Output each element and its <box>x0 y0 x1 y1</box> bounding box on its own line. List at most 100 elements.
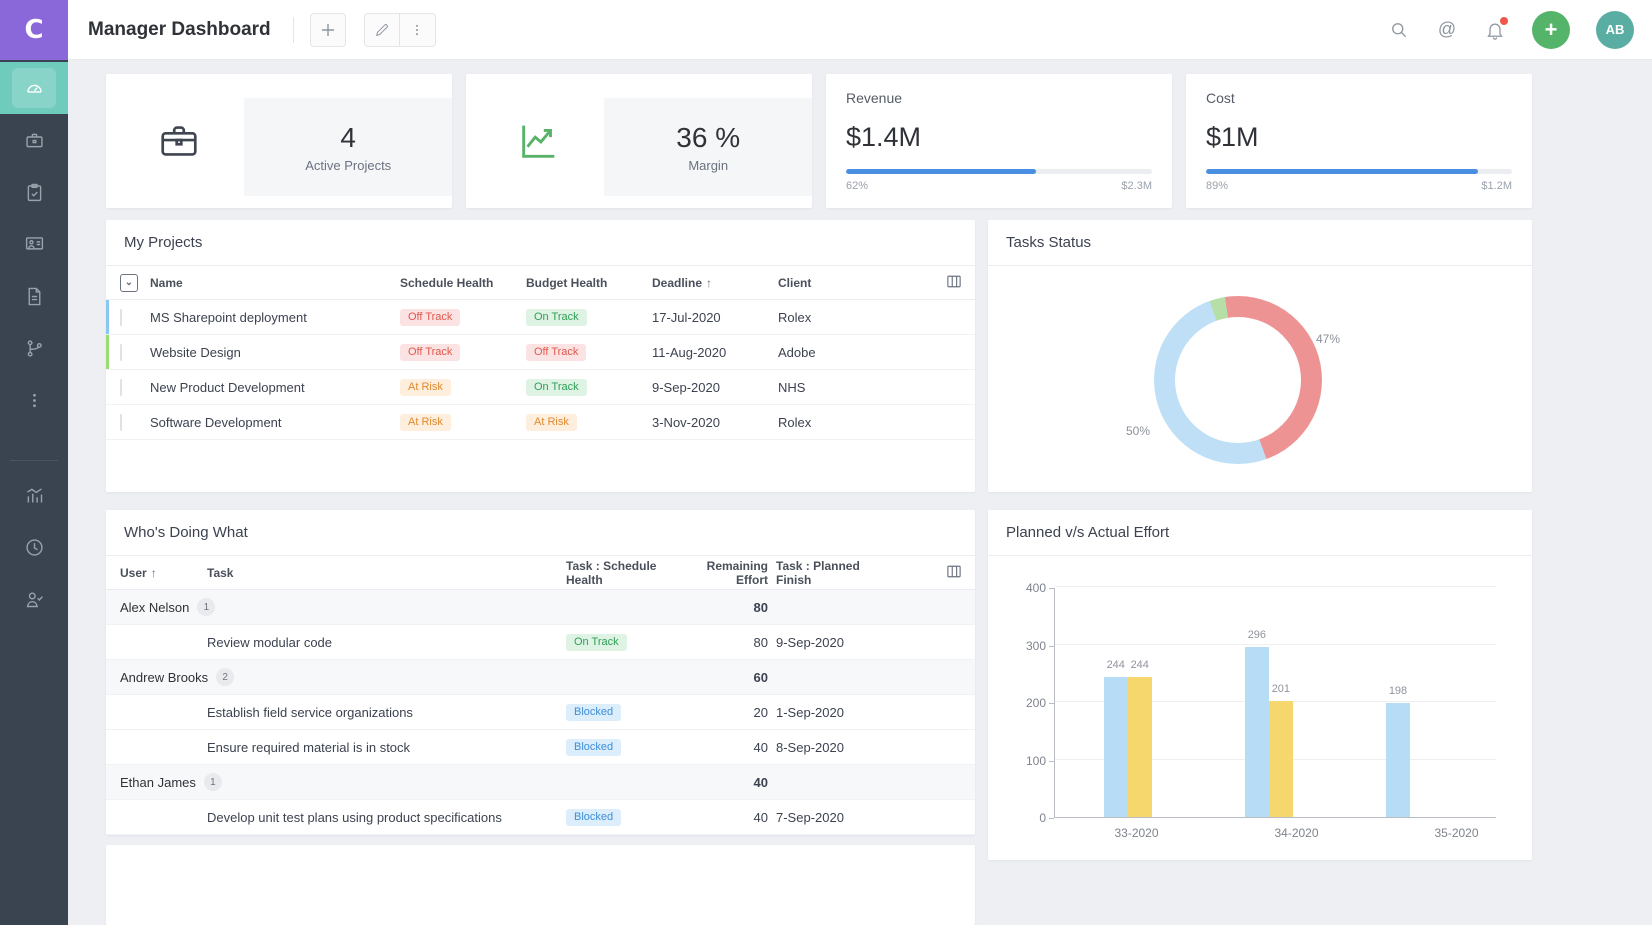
user-name[interactable]: Alex Nelson <box>120 600 189 615</box>
column-header-schedule-health[interactable]: Schedule Health <box>400 276 526 290</box>
project-name[interactable]: Website Design <box>150 345 400 360</box>
revenue-progress-fill <box>846 169 1036 174</box>
row-checkbox[interactable] <box>120 379 122 396</box>
x-axis-category-label: 33-2020 <box>1097 826 1177 840</box>
user-name[interactable]: Ethan James <box>120 775 196 790</box>
project-deadline: 17-Jul-2020 <box>652 310 778 325</box>
tasks-status-panel: Tasks Status 47% 50% <box>988 220 1532 492</box>
user-group-row[interactable]: Andrew Brooks260 <box>106 660 975 695</box>
user-group-row[interactable]: Ethan James 1 40 <box>106 765 975 800</box>
project-name[interactable]: MS Sharepoint deployment <box>150 310 400 325</box>
group-remaining-effort: 40 <box>681 775 776 790</box>
sidebar-item-documents[interactable] <box>0 270 68 322</box>
sidebar-item-tasks[interactable] <box>0 166 68 218</box>
revenue-card[interactable]: Revenue $1.4M 62% $2.3M <box>826 74 1172 208</box>
tasks-status-donut[interactable] <box>1154 296 1322 464</box>
planned-effort-bar[interactable] <box>1386 703 1410 817</box>
search-button[interactable] <box>1388 19 1410 41</box>
column-header-task-planned-finish[interactable]: Task : Planned Finish <box>776 559 896 587</box>
cost-card[interactable]: Cost $1M 89% $1.2M <box>1186 74 1532 208</box>
app-logo[interactable]: C <box>0 0 68 60</box>
task-name[interactable]: Review modular code <box>207 635 566 650</box>
actual-effort-bar[interactable] <box>1269 701 1293 817</box>
task-count-badge: 1 <box>197 598 215 616</box>
column-settings-button[interactable] <box>947 565 961 581</box>
y-axis-tick-mark <box>1049 588 1054 589</box>
git-branch-icon <box>24 338 45 359</box>
effort-chart-title: Planned v/s Actual Effort <box>988 510 1532 556</box>
trend-up-chart-icon <box>516 118 562 164</box>
at-icon: @ <box>1438 19 1456 40</box>
sort-ascending-icon: ↑ <box>151 566 157 580</box>
dashboard-actions-group <box>364 13 436 47</box>
sidebar-item-projects[interactable] <box>0 114 68 166</box>
row-checkbox[interactable] <box>120 309 122 326</box>
sidebar-item-time[interactable] <box>0 521 68 573</box>
plus-icon: + <box>1545 17 1558 43</box>
status-badge: On Track <box>526 379 587 396</box>
project-row[interactable]: Website DesignOff TrackOff Track11-Aug-2… <box>106 335 975 370</box>
active-projects-card[interactable]: 4 Active Projects <box>106 74 452 208</box>
edit-dashboard-button[interactable] <box>364 13 400 47</box>
column-header-name[interactable]: Name <box>150 276 400 290</box>
column-header-deadline[interactable]: Deadline↑ <box>652 276 778 290</box>
column-settings-button[interactable] <box>947 275 961 291</box>
mentions-button[interactable]: @ <box>1436 19 1458 41</box>
column-header-budget-health[interactable]: Budget Health <box>526 276 652 290</box>
more-kebab-icon <box>24 390 45 411</box>
revenue-title: Revenue <box>846 90 1152 106</box>
cost-target: $1.2M <box>1481 180 1512 192</box>
planned-effort-bar[interactable] <box>1104 677 1128 817</box>
project-row[interactable]: Software DevelopmentAt RiskAt Risk3-Nov-… <box>106 405 975 440</box>
margin-value: 36 % <box>676 122 740 154</box>
task-name[interactable]: Develop unit test plans using product sp… <box>207 810 566 825</box>
user-avatar[interactable]: AB <box>1596 11 1634 49</box>
add-widget-button[interactable] <box>310 13 346 47</box>
task-row[interactable]: Ensure required material is in stockBloc… <box>106 730 975 765</box>
row-checkbox[interactable] <box>120 414 122 431</box>
sidebar-item-more[interactable] <box>0 374 68 426</box>
sidebar-item-clients[interactable] <box>0 218 68 270</box>
create-new-button[interactable]: + <box>1532 11 1570 49</box>
whos-doing-what-header-row: User↑ Task Task : Schedule Health Remain… <box>106 556 975 590</box>
revenue-value: $1.4M <box>846 122 1152 153</box>
whos-doing-what-table-body: Alex Nelson180Review modular codeOn Trac… <box>106 590 975 835</box>
user-group-row[interactable]: Alex Nelson180 <box>106 590 975 625</box>
project-row[interactable]: MS Sharepoint deploymentOff TrackOn Trac… <box>106 300 975 335</box>
margin-card[interactable]: 36 % Margin <box>466 74 812 208</box>
user-name[interactable]: Andrew Brooks <box>120 670 208 685</box>
sidebar-item-approvals[interactable] <box>0 573 68 625</box>
row-checkbox[interactable] <box>120 344 122 361</box>
effort-chart-panel: Planned v/s Actual Effort 24424429620119… <box>988 510 1532 860</box>
task-row[interactable]: Develop unit test plans using product sp… <box>106 800 975 835</box>
dashboard-gauge-icon <box>24 78 45 99</box>
actual-effort-bar[interactable] <box>1128 677 1152 817</box>
sidebar-item-workflows[interactable] <box>0 322 68 374</box>
task-row[interactable]: Review modular codeOn Track809-Sep-2020 <box>106 625 975 660</box>
status-badge: On Track <box>526 309 587 326</box>
task-remaining-effort: 40 <box>681 740 776 755</box>
column-header-user[interactable]: User↑ <box>120 566 207 580</box>
y-axis-tick-mark <box>1049 703 1054 704</box>
task-row[interactable]: Establish field service organizationsBlo… <box>106 695 975 730</box>
y-axis-tick-mark <box>1049 646 1054 647</box>
project-name[interactable]: Software Development <box>150 415 400 430</box>
task-name[interactable]: Ensure required material is in stock <box>207 740 566 755</box>
sidebar-item-dashboard[interactable] <box>0 62 68 114</box>
sidebar-divider <box>10 460 58 461</box>
task-name[interactable]: Establish field service organizations <box>207 705 566 720</box>
task-count-badge: 1 <box>204 773 222 791</box>
notifications-button[interactable] <box>1484 19 1506 41</box>
planned-effort-bar[interactable] <box>1245 647 1269 817</box>
column-header-client[interactable]: Client <box>778 276 908 290</box>
column-header-remaining-effort[interactable]: Remaining Effort <box>681 559 776 587</box>
donut-label-47: 47% <box>1316 332 1340 346</box>
column-header-task-schedule-health[interactable]: Task : Schedule Health <box>566 559 681 587</box>
sidebar-item-reports[interactable] <box>0 469 68 521</box>
select-all-checkbox[interactable]: ⌄ <box>120 274 138 292</box>
more-options-button[interactable] <box>400 13 436 47</box>
project-row[interactable]: New Product DevelopmentAt RiskOn Track9-… <box>106 370 975 405</box>
project-name[interactable]: New Product Development <box>150 380 400 395</box>
revenue-progress-bar <box>846 169 1152 174</box>
column-header-task[interactable]: Task <box>207 566 566 580</box>
